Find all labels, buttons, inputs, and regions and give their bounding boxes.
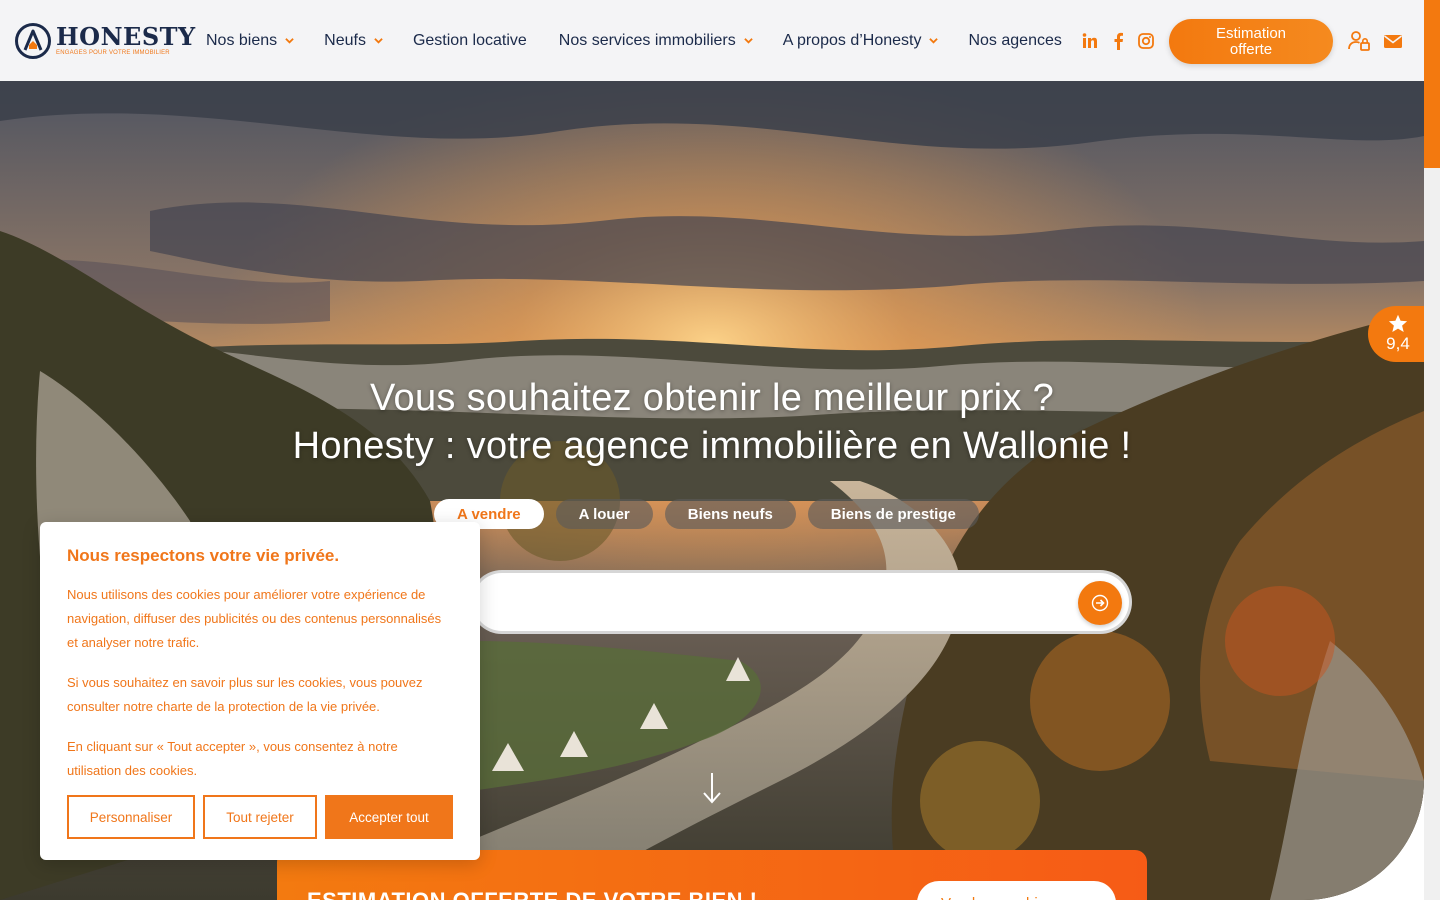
nav-item-services[interactable]: Nos services immobiliers bbox=[559, 32, 753, 50]
cookie-consent-panel: Nous respectons votre vie privée. Nous u… bbox=[40, 522, 480, 860]
search-input[interactable] bbox=[493, 583, 1053, 621]
chevron-down-icon bbox=[743, 38, 753, 44]
cookie-buttons: Personnaliser Tout rejeter Accepter tout bbox=[67, 795, 453, 839]
chevron-down-icon bbox=[285, 38, 294, 44]
nav-item-label: Gestion locative bbox=[412, 31, 527, 49]
estimation-button[interactable]: Estimation offerte bbox=[1169, 19, 1333, 64]
rating-value: 9,4 bbox=[1386, 334, 1410, 353]
search-submit-button[interactable] bbox=[1078, 581, 1122, 625]
site-header: HONESTY ENGAGES POUR VOTRE IMMOBILIER No… bbox=[0, 0, 1424, 81]
envelope-icon[interactable] bbox=[1382, 30, 1404, 52]
vendre-mon-bien-button[interactable]: Vendre mon bien bbox=[917, 881, 1116, 900]
search-tabs: A vendre A louer Biens neufs Biens de pr… bbox=[434, 499, 991, 529]
rating-badge[interactable]: 9,4 bbox=[1368, 306, 1428, 362]
honesty-logo[interactable]: HONESTY ENGAGES POUR VOTRE IMMOBILIER bbox=[14, 22, 196, 60]
arrow-right-icon bbox=[1091, 594, 1109, 612]
page-scrollbar[interactable] bbox=[1424, 0, 1440, 900]
hero-title: Vous souhaitez obtenir le meilleur prix … bbox=[0, 374, 1424, 470]
tab-a-louer[interactable]: A louer bbox=[555, 499, 653, 529]
logo-name: HONESTY bbox=[56, 22, 196, 51]
nav-item-nos-biens[interactable]: Nos biens bbox=[206, 32, 294, 50]
hero-title-line-2: Honesty : votre agence immobilière en Wa… bbox=[292, 425, 1132, 467]
instagram-icon[interactable] bbox=[1136, 31, 1156, 51]
tab-biens-neufs[interactable]: Biens neufs bbox=[664, 499, 796, 529]
cookie-text-2: Si vous souhaitez en savoir plus sur les… bbox=[67, 675, 423, 714]
nav-item-label: Nos biens bbox=[206, 31, 278, 49]
social-links bbox=[1080, 31, 1164, 51]
main-nav: Nos biens Neufs Gestion locative Nos ser… bbox=[206, 0, 1062, 81]
accept-all-cookies-button[interactable]: Accepter tout bbox=[325, 795, 453, 839]
nav-item-gestion-locative[interactable]: Gestion locative bbox=[413, 32, 527, 50]
logo-icon bbox=[15, 23, 51, 59]
nav-item-label: Nos agences bbox=[968, 31, 1062, 49]
reject-all-cookies-button[interactable]: Tout rejeter bbox=[203, 795, 317, 839]
search-bar bbox=[470, 570, 1132, 634]
customize-cookies-button[interactable]: Personnaliser bbox=[67, 795, 195, 839]
nav-item-a-propos[interactable]: A propos d’Honesty bbox=[783, 32, 939, 50]
chevron-down-icon bbox=[929, 38, 939, 44]
chevron-down-icon bbox=[374, 38, 383, 44]
tab-biens-de-prestige[interactable]: Biens de prestige bbox=[807, 499, 979, 529]
nav-item-nos-agences[interactable]: Nos agences bbox=[968, 32, 1061, 50]
hero-title-line-1: Vous souhaitez obtenir le meilleur prix … bbox=[370, 377, 1054, 419]
cookie-text-3: En cliquant sur « Tout accepter », vous … bbox=[67, 739, 398, 778]
estimation-banner-title: ESTIMATION OFFERTE DE VOTRE BIEN ! bbox=[307, 888, 758, 900]
nav-item-neufs[interactable]: Neufs bbox=[324, 32, 383, 50]
star-icon bbox=[1388, 314, 1408, 332]
facebook-icon[interactable] bbox=[1108, 31, 1128, 51]
cookie-title: Nous respectons votre vie privée. bbox=[67, 546, 340, 565]
nav-item-label: A propos d’Honesty bbox=[782, 31, 922, 49]
nav-item-label: Nos services immobiliers bbox=[558, 31, 736, 49]
user-lock-icon[interactable] bbox=[1348, 30, 1370, 52]
cookie-text-1: Nous utilisons des cookies pour améliore… bbox=[67, 587, 442, 650]
arrow-down-icon[interactable] bbox=[700, 771, 724, 805]
linkedin-icon[interactable] bbox=[1080, 31, 1100, 51]
scrollbar-thumb[interactable] bbox=[1424, 0, 1440, 168]
nav-item-label: Neufs bbox=[324, 31, 366, 49]
